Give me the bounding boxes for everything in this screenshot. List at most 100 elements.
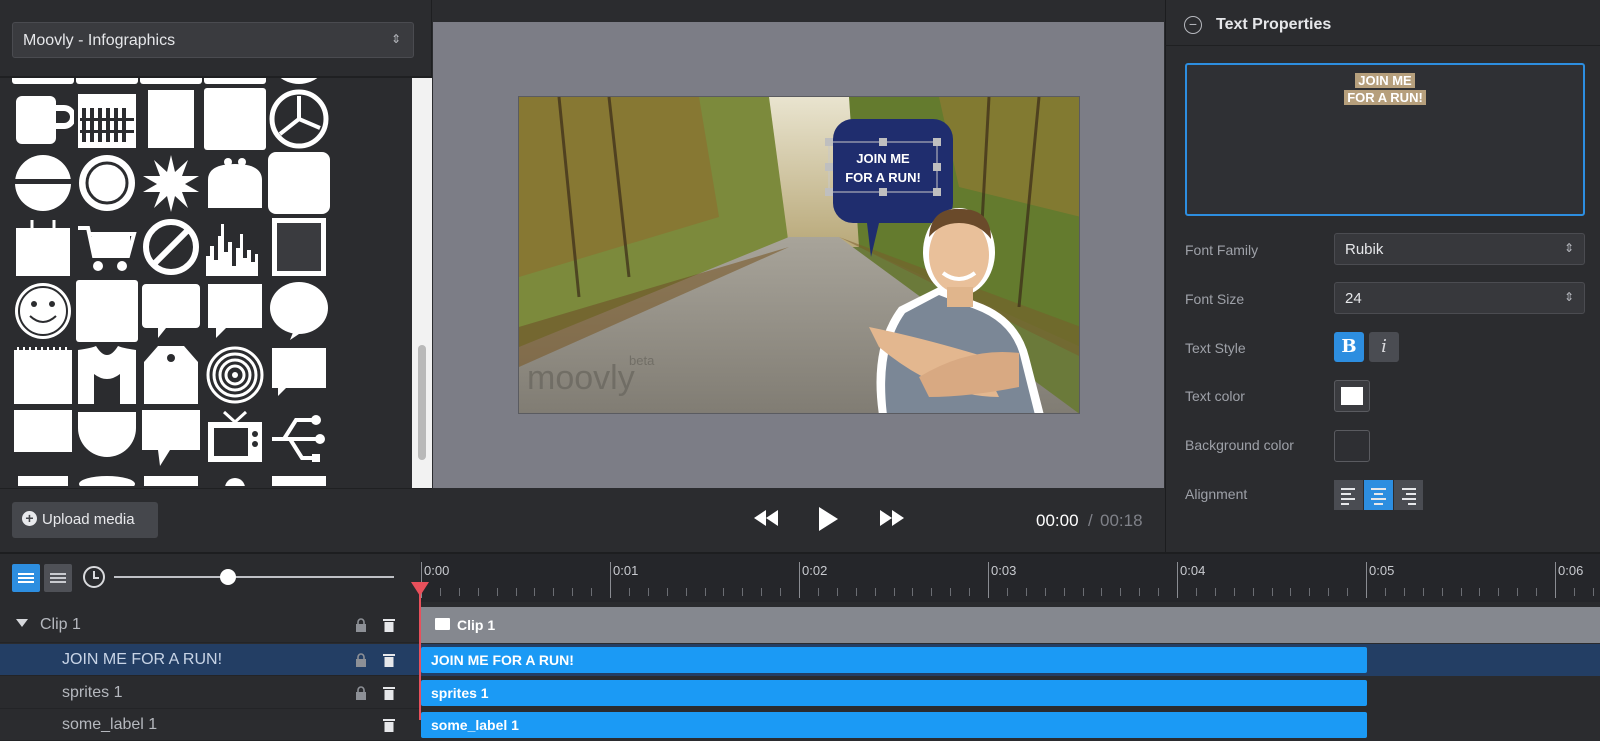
ruler-tick-label: 0:05 xyxy=(1369,563,1395,578)
usb-icon[interactable] xyxy=(268,408,330,470)
shirt-icon[interactable] xyxy=(76,344,138,406)
plate-icon[interactable] xyxy=(76,152,138,214)
ruler-tick-label: 0:03 xyxy=(991,563,1017,578)
plus-circle-icon: + xyxy=(22,511,37,526)
media-item[interactable] xyxy=(12,472,74,486)
collapse-icon[interactable]: − xyxy=(1184,16,1202,34)
clip-track-bar[interactable]: Clip 1 xyxy=(421,607,1600,643)
ruler-major-tick xyxy=(610,562,611,598)
tag-icon[interactable] xyxy=(140,344,202,406)
trash-icon[interactable] xyxy=(383,618,395,632)
fast-forward-button[interactable] xyxy=(878,508,906,533)
media-item[interactable] xyxy=(204,78,266,84)
media-item[interactable] xyxy=(140,472,202,486)
list-view-button[interactable] xyxy=(12,564,40,592)
label-track-bar[interactable]: some_label 1 xyxy=(421,712,1367,738)
pie-chart-icon[interactable] xyxy=(268,88,330,150)
sprites-track-bar[interactable]: sprites 1 xyxy=(421,680,1367,706)
text-color-picker[interactable] xyxy=(1334,380,1370,412)
banner-icon[interactable] xyxy=(12,408,74,470)
tablet-icon[interactable] xyxy=(268,216,330,278)
lock-icon[interactable] xyxy=(355,686,367,700)
align-left-button[interactable] xyxy=(1334,480,1363,510)
ruler-tick-label: 0:04 xyxy=(1180,563,1206,578)
font-family-select[interactable]: Rubik ⇕ xyxy=(1334,233,1585,265)
play-button[interactable] xyxy=(816,506,840,537)
ruler-minor-tick xyxy=(837,588,838,596)
media-item[interactable] xyxy=(76,78,138,84)
page-icon[interactable] xyxy=(140,88,202,150)
shopping-cart-icon[interactable] xyxy=(76,216,138,278)
media-item[interactable] xyxy=(12,78,74,84)
round-speech-bubble-icon[interactable] xyxy=(268,280,330,342)
bubble-text-line1[interactable]: JOIN ME xyxy=(856,151,910,166)
video-canvas[interactable]: JOIN ME FOR A RUN! moovly beta xyxy=(518,96,1080,414)
upload-media-button[interactable]: + Upload media xyxy=(12,502,158,538)
layer-row-clip[interactable]: Clip 1 xyxy=(0,607,420,643)
playhead-handle[interactable] xyxy=(411,582,429,596)
square-shape-icon[interactable] xyxy=(204,88,266,150)
purse-icon[interactable] xyxy=(204,152,266,214)
text-preview[interactable]: JOIN ME FOR A RUN! xyxy=(1334,72,1436,106)
city-skyline-icon[interactable] xyxy=(204,216,266,278)
layer-name: Clip 1 xyxy=(40,616,81,633)
rounded-square-icon[interactable] xyxy=(268,152,330,214)
media-item[interactable] xyxy=(140,78,202,84)
mug-icon[interactable] xyxy=(12,88,74,150)
media-item[interactable] xyxy=(76,472,138,486)
font-family-value: Rubik xyxy=(1345,241,1384,258)
burger-icon[interactable] xyxy=(12,152,74,214)
rewind-button[interactable] xyxy=(752,508,780,533)
bold-button[interactable]: B xyxy=(1334,332,1364,362)
chevron-updown-icon: ⇕ xyxy=(1563,241,1574,255)
lock-icon[interactable] xyxy=(355,653,367,667)
italic-button[interactable]: i xyxy=(1369,332,1399,362)
ruler-minor-tick xyxy=(1101,588,1102,596)
bag-icon[interactable] xyxy=(12,216,74,278)
library-select[interactable]: Moovly - Infographics ⇕ xyxy=(12,22,414,58)
square-shape-icon[interactable] xyxy=(76,280,138,342)
building-icon[interactable] xyxy=(76,88,138,150)
scrollbar-thumb[interactable] xyxy=(418,345,426,460)
no-entry-icon[interactable] xyxy=(140,216,202,278)
ruler-minor-tick xyxy=(1498,588,1499,596)
compact-view-button[interactable] xyxy=(44,564,72,592)
caret-down-icon[interactable] xyxy=(16,619,28,627)
ribbon-icon[interactable] xyxy=(140,408,202,470)
ruler-minor-tick xyxy=(1120,588,1121,596)
media-item[interactable] xyxy=(268,472,330,486)
zoom-slider-track[interactable] xyxy=(114,576,394,578)
lock-icon[interactable] xyxy=(355,618,367,632)
text-track-bar[interactable]: JOIN ME FOR A RUN! xyxy=(421,647,1367,673)
font-size-select[interactable]: 24 ⇕ xyxy=(1334,282,1585,314)
speech-bubble-icon[interactable] xyxy=(204,280,266,342)
top-toolbar xyxy=(432,0,1164,22)
layer-row-text[interactable]: JOIN ME FOR A RUN! xyxy=(0,644,420,676)
ruler-minor-tick xyxy=(1139,588,1140,596)
ruler-major-tick xyxy=(1177,562,1178,598)
layer-row-sprites[interactable]: sprites 1 xyxy=(0,677,420,709)
media-item[interactable] xyxy=(268,78,330,84)
bubble-text-line2[interactable]: FOR A RUN! xyxy=(845,170,921,185)
speech-bubble-icon[interactable] xyxy=(268,344,330,406)
half-circle-icon[interactable] xyxy=(76,408,138,470)
trash-icon[interactable] xyxy=(383,686,395,700)
align-right-button[interactable] xyxy=(1394,480,1423,510)
layer-row-label[interactable]: some_label 1 xyxy=(0,709,420,741)
notepad-icon[interactable] xyxy=(12,344,74,406)
playhead-line[interactable] xyxy=(419,586,421,720)
trash-icon[interactable] xyxy=(383,653,395,667)
background-color-picker[interactable] xyxy=(1334,430,1370,462)
spiral-icon[interactable] xyxy=(204,344,266,406)
zoom-slider-handle[interactable] xyxy=(220,569,236,585)
speech-bubble-icon[interactable] xyxy=(140,280,202,342)
trash-icon[interactable] xyxy=(383,718,395,732)
media-item[interactable] xyxy=(204,472,266,486)
ruler-minor-tick xyxy=(1347,588,1348,596)
smiley-icon[interactable] xyxy=(12,280,74,342)
starburst-icon[interactable] xyxy=(140,152,202,214)
ruler-tick-label: 0:00 xyxy=(424,563,450,578)
align-center-button[interactable] xyxy=(1364,480,1393,510)
tv-icon[interactable] xyxy=(204,408,266,470)
ruler-minor-tick xyxy=(497,588,498,596)
